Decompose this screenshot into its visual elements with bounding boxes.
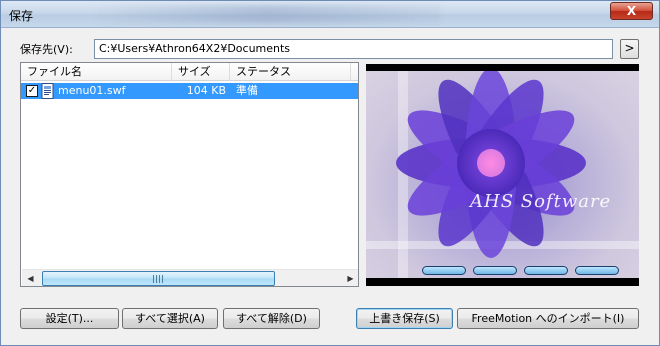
deselect-all-button[interactable]: すべて解除(D) <box>223 308 320 329</box>
column-header-filename[interactable]: ファイル名 <box>21 63 172 81</box>
list-item[interactable]: ✓ menu01.swf 104 KB 準備 <box>21 83 358 99</box>
file-status: 準備 <box>236 84 258 97</box>
save-location-label: 保存先(V): <box>20 43 73 56</box>
brand-watermark: AHS Software <box>470 191 612 212</box>
title-bar-glass <box>91 5 441 23</box>
preview-nav-button-3 <box>524 266 568 275</box>
file-size: 104 KB <box>186 84 226 97</box>
preview-nav-button-2 <box>473 266 517 275</box>
select-all-button[interactable]: すべて選択(A) <box>122 308 218 329</box>
scroll-grip-icon <box>153 275 165 283</box>
scroll-right-icon[interactable]: ▶ <box>342 271 358 286</box>
browse-button[interactable]: > <box>620 39 639 59</box>
title-bar[interactable]: 保存 X <box>1 1 659 28</box>
scroll-thumb[interactable] <box>42 271 275 286</box>
settings-button[interactable]: 設定(T)... <box>20 308 119 329</box>
close-button[interactable]: X <box>610 2 653 20</box>
row-checkbox[interactable]: ✓ <box>26 85 38 97</box>
column-header-status[interactable]: ステータス <box>230 63 351 81</box>
flower-image <box>366 71 639 278</box>
window-title: 保存 <box>9 9 34 23</box>
file-name: menu01.swf <box>58 84 126 97</box>
file-list[interactable]: ファイル名 サイズ ステータス ✓ menu01.swf 104 KB 準備 ◀… <box>20 62 359 287</box>
preview-image: AHS Software <box>366 71 639 278</box>
column-header-size[interactable]: サイズ <box>172 63 230 81</box>
freemotion-import-button[interactable]: FreeMotion へのインポート(I) <box>457 308 639 329</box>
overwrite-save-button[interactable]: 上書き保存(S) <box>356 308 453 329</box>
swf-file-icon <box>41 83 54 99</box>
scroll-left-icon[interactable]: ◀ <box>22 271 39 286</box>
horizontal-scrollbar[interactable]: ◀ ▶ <box>22 269 358 286</box>
preview-nav-button-4 <box>575 266 619 275</box>
preview-nav-button-1 <box>422 266 466 275</box>
preview-pane: AHS Software <box>366 64 639 286</box>
save-dialog: 保存 X 保存先(V): C:¥Users¥Athron64X2¥Documen… <box>0 0 660 346</box>
save-location-field[interactable]: C:¥Users¥Athron64X2¥Documents <box>94 39 613 59</box>
list-header: ファイル名 サイズ ステータス <box>21 63 358 81</box>
